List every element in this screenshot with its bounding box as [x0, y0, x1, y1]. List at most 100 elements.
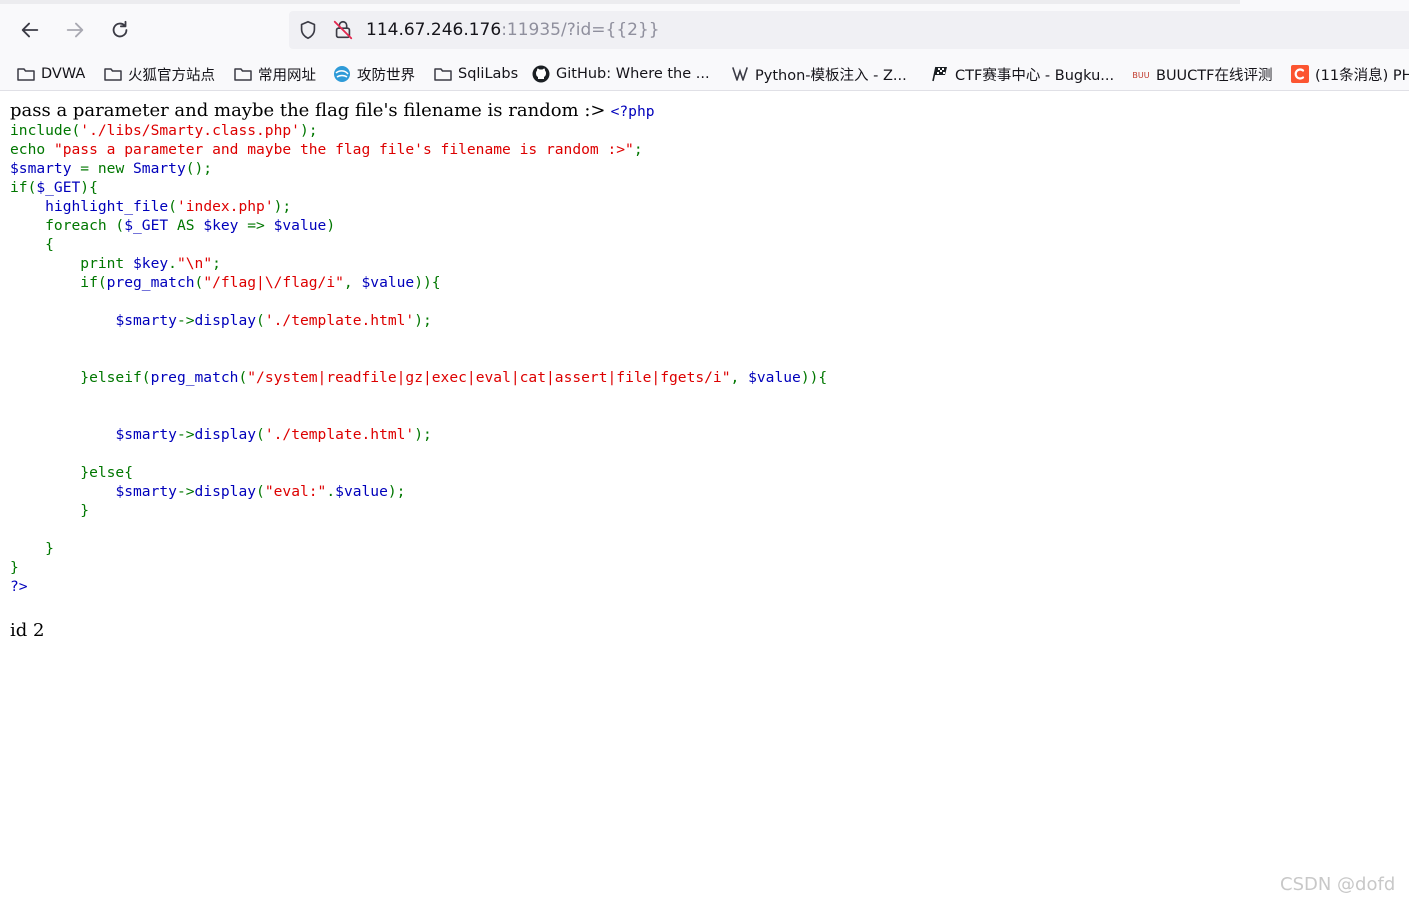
code-token: . — [168, 255, 177, 272]
code-token: display — [194, 312, 257, 329]
code-token: './template.html' — [264, 312, 415, 329]
bookmark-sqlilabs[interactable]: SqliLabs — [433, 62, 518, 86]
bookmark-label: 攻防世界 — [357, 67, 415, 84]
code-token: $_GET — [36, 179, 81, 196]
bookmark-adworld[interactable]: 攻防世界 — [332, 62, 415, 86]
code-token: $value — [335, 483, 388, 500]
code-token: )) — [414, 274, 432, 291]
bookmark-python-ssti[interactable]: Python-模板注入 - Z... — [730, 62, 907, 86]
bookmark-label: (11条消息) PH — [1315, 67, 1409, 84]
code-token: include( — [10, 122, 81, 139]
code-token: AS — [176, 217, 204, 234]
bookmark-bugku[interactable]: CTF赛事中心 - Bugku... — [930, 62, 1114, 86]
bookmark-label: 常用网址 — [258, 67, 316, 84]
code-token: $smarty — [10, 160, 81, 177]
intro-text: pass a parameter and maybe the flag file… — [10, 100, 606, 121]
bookmark-label: Python-模板注入 - Z... — [755, 67, 907, 84]
code-line: print $key."\n"; — [10, 254, 1399, 273]
back-button[interactable] — [13, 13, 47, 47]
code-line: if(preg_match("/flag|\/flag/i", $value))… — [10, 273, 1399, 292]
bookmark-csdn[interactable]: (11条消息) PH — [1290, 62, 1409, 86]
code-token: . — [326, 483, 336, 500]
address-bar[interactable]: 114.67.246.176:11935/?id={{2}} — [289, 11, 1409, 49]
bookmark-label: CTF赛事中心 - Bugku... — [955, 67, 1115, 84]
code-token: ); — [299, 122, 318, 139]
code-line: }else{ — [10, 463, 1399, 482]
insecure-lock-icon[interactable] — [332, 19, 354, 41]
flag-icon — [930, 64, 950, 84]
code-token: , — [343, 274, 362, 291]
code-token: ( — [256, 426, 265, 443]
code-token: -> — [176, 312, 195, 329]
code-line: } — [10, 539, 1399, 558]
bookmark-label: DVWA — [41, 66, 86, 82]
code-token: ); — [414, 426, 432, 443]
code-token: -> — [176, 426, 195, 443]
bookmark-buuctf[interactable]: BUU BUUCTF在线评测 — [1131, 62, 1272, 86]
bookmark-firefox-official[interactable]: 火狐官方站点 — [103, 62, 215, 86]
code-token: { — [431, 274, 441, 291]
bookmarks-toolbar: DVWA 火狐官方站点 常用网址 攻防世界 SqliLabs GitHub: W… — [0, 58, 1409, 91]
code-token: "pass a parameter and maybe the flag fil… — [53, 141, 634, 158]
code-line: } — [10, 501, 1399, 520]
code-token: ?> — [10, 578, 28, 595]
code-token: ( — [238, 369, 248, 386]
url-path: :11935/?id={{2}} — [501, 20, 660, 40]
code-token: { — [818, 369, 828, 386]
code-line: foreach ($_GET AS $key => $value) — [10, 216, 1399, 235]
code-token: $value — [361, 274, 415, 291]
code-line: if($_GET){ — [10, 178, 1399, 197]
buu-icon: BUU — [1131, 64, 1151, 84]
page-content: pass a parameter and maybe the flag file… — [10, 100, 1399, 596]
reload-button[interactable] — [103, 13, 137, 47]
code-token: ( — [168, 198, 177, 215]
code-token: if( — [10, 179, 37, 196]
arrow-left-icon — [21, 22, 39, 38]
forward-button[interactable] — [58, 13, 92, 47]
code-token: ); — [387, 483, 406, 500]
code-token: } — [10, 559, 19, 576]
shield-icon[interactable] — [297, 19, 319, 41]
svg-text:BUU: BUU — [1132, 71, 1149, 80]
code-token: => — [247, 217, 274, 234]
code-token: ){ — [80, 179, 98, 196]
folder-icon — [103, 64, 123, 84]
code-line: $smarty->display("eval:".$value); — [10, 482, 1399, 501]
watermark: CSDN @dofd — [1280, 874, 1396, 895]
code-line: include('./libs/Smarty.class.php'); — [10, 121, 1399, 140]
folder-icon — [16, 64, 36, 84]
code-token: } — [10, 502, 90, 519]
code-token: ( — [194, 274, 204, 291]
code-line: }elseif(preg_match("/system|readfile|gz|… — [10, 368, 1399, 387]
csdn-icon — [1290, 64, 1310, 84]
code-token: highlight_file — [45, 198, 169, 215]
code-token: "/flag|\/flag/i" — [203, 274, 344, 291]
bookmark-common-sites[interactable]: 常用网址 — [233, 62, 316, 86]
code-token: $key — [133, 255, 169, 272]
highlighted-source: include('./libs/Smarty.class.php'); echo … — [10, 121, 1399, 596]
navigation-toolbar: 114.67.246.176:11935/?id={{2}} — [0, 0, 1409, 58]
code-token: )) — [800, 369, 819, 386]
code-token: foreach ( — [10, 217, 125, 234]
code-token: $smarty — [115, 312, 177, 329]
code-token: }elseif( — [10, 369, 151, 386]
code-token: './libs/Smarty.class.php' — [80, 122, 300, 139]
bookmark-github[interactable]: GitHub: Where the ... — [531, 62, 710, 86]
url-text[interactable]: 114.67.246.176:11935/?id={{2}} — [366, 20, 660, 40]
code-token: , — [730, 369, 749, 386]
code-token: Smarty — [133, 160, 186, 177]
code-token: display — [194, 483, 257, 500]
bookmark-dvwa[interactable]: DVWA — [16, 62, 85, 86]
code-token: preg_match — [150, 369, 239, 386]
code-token: if( — [10, 274, 107, 291]
code-token: 'index.php' — [176, 198, 274, 215]
bookmark-label: GitHub: Where the ... — [556, 66, 710, 82]
php-open-tag: <?php — [610, 103, 655, 120]
code-token: './template.html' — [264, 426, 415, 443]
code-token: -> — [176, 483, 195, 500]
